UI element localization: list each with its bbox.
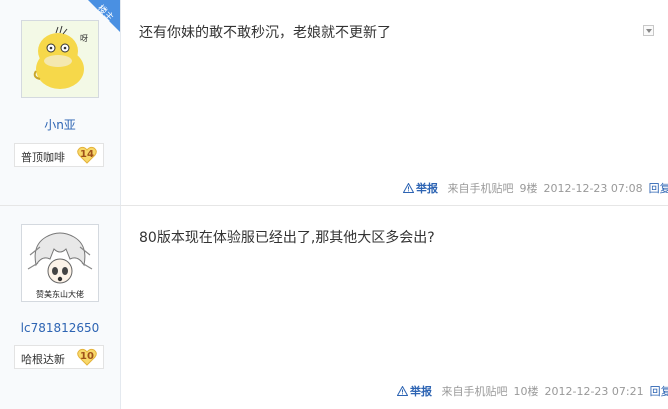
post-source[interactable]: 来自手机贴吧 [448, 182, 514, 195]
username[interactable]: 小n亚 [0, 116, 120, 133]
post-source[interactable]: 来自手机贴吧 [442, 385, 508, 398]
svg-text:呀: 呀 [80, 34, 88, 43]
author-sidebar: 赞美东山大佬 lc781812650 哈根达新 10 [0, 206, 121, 409]
floor-number: 9楼 [519, 182, 538, 195]
report-label: 举报 [410, 385, 432, 398]
thread-owner-tag: 楼主 [88, 0, 120, 32]
chevron-down-icon [646, 29, 652, 33]
warning-icon [403, 183, 414, 193]
post-time: 2012-12-23 07:08 [543, 182, 643, 195]
reply-button[interactable]: 回复 [650, 385, 668, 398]
badge-level: 10 [77, 348, 97, 366]
member-badge[interactable]: 哈根达新 10 [14, 345, 104, 369]
reply-button[interactable]: 回复 [649, 182, 668, 195]
warning-icon [397, 386, 408, 396]
post-floor-9: 呀 小n亚 普顶咖啡 14 楼主 还有你妹的敢不敢秒沉，老娘就不更新了 举报 来… [0, 0, 668, 206]
report-link[interactable]: 举报 [397, 385, 436, 398]
post-footer: 举报 来自手机贴吧 10楼 2012-12-23 07:21 回复 [397, 383, 668, 399]
psyduck-avatar-image: 呀 [22, 21, 98, 97]
post-footer: 举报 来自手机贴吧 9楼 2012-12-23 07:08 回复 [403, 180, 668, 196]
avatar[interactable]: 赞美东山大佬 [21, 224, 99, 302]
badge-level-number: 14 [80, 149, 94, 160]
floor-number: 10楼 [513, 385, 539, 398]
author-sidebar: 呀 小n亚 普顶咖啡 14 楼主 [0, 0, 121, 205]
badge-level-number: 10 [80, 351, 94, 362]
post-content: 还有你妹的敢不敢秒沉，老娘就不更新了 [139, 25, 391, 41]
post-content: 80版本现在体验服已经出了,那其他大区多会出? [139, 230, 435, 246]
report-link[interactable]: 举报 [403, 182, 442, 195]
avatar-caption: 赞美东山大佬 [36, 289, 84, 299]
username[interactable]: lc781812650 [0, 321, 120, 335]
post-menu-dropdown[interactable] [643, 25, 654, 36]
report-label: 举报 [416, 182, 438, 195]
member-badge[interactable]: 普顶咖啡 14 [14, 143, 104, 167]
post-floor-10: 赞美东山大佬 lc781812650 哈根达新 10 80版本现在体验服已经出了… [0, 206, 668, 409]
badge-level: 14 [77, 146, 97, 164]
post-time: 2012-12-23 07:21 [544, 385, 644, 398]
character-avatar-image: 赞美东山大佬 [22, 225, 98, 301]
badge-name: 哈根达新 [21, 353, 65, 366]
badge-name: 普顶咖啡 [21, 151, 65, 164]
